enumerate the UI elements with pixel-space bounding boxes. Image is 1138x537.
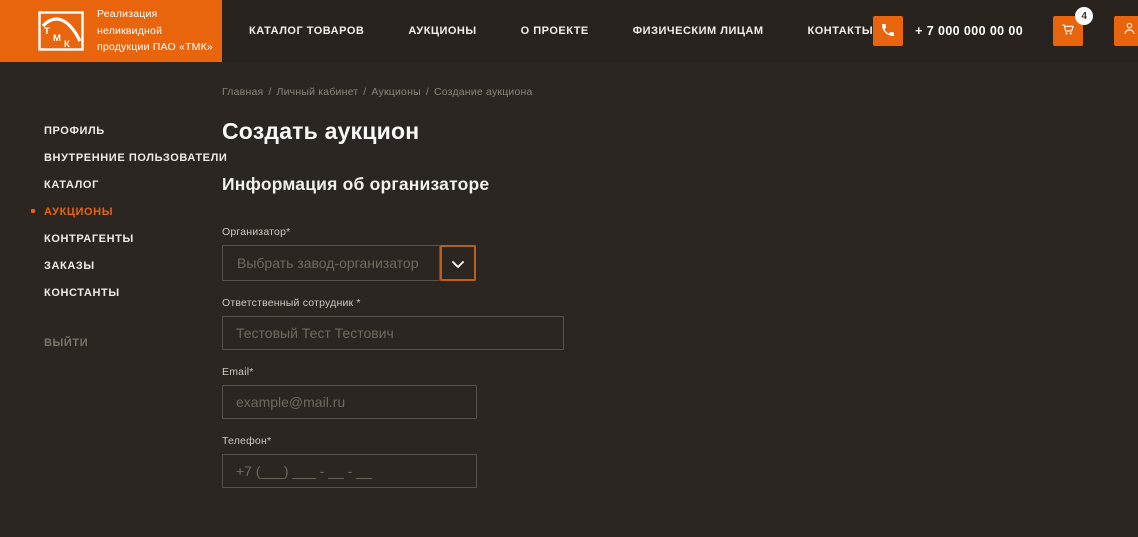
nav-item-auctions[interactable]: АУКЦИОНЫ: [408, 25, 476, 37]
cart-count-badge: 4: [1075, 7, 1093, 25]
email-field: Email*: [222, 366, 1138, 419]
employee-label: Ответственный сотрудник *: [222, 297, 1138, 309]
breadcrumb: Главная / Личный кабинет / Аукционы / Создание…: [222, 86, 1138, 98]
sidebar: ПРОФИЛЬ ВНУТРЕННИЕ ПОЛЬЗОВАТЕЛИ КАТАЛОГ …: [0, 62, 222, 537]
top-header: Т М К Реализация неликвидной продукции П…: [0, 0, 1138, 62]
organizer-label: Организатор*: [222, 226, 1138, 238]
sidebar-item-internal-users[interactable]: ВНУТРЕННИЕ ПОЛЬЗОВАТЕЛИ: [44, 152, 222, 164]
active-item-bullet-icon: [31, 209, 35, 213]
organizer-section-heading: Информация об организаторе: [222, 174, 1138, 195]
organizer-select-row: Выбрать завод-организатор: [222, 245, 1138, 281]
main-nav: КАТАЛОГ ТОВАРОВ АУКЦИОНЫ О ПРОЕКТЕ ФИЗИЧ…: [249, 0, 873, 62]
main-content: Главная / Личный кабинет / Аукционы / Создание…: [222, 62, 1138, 537]
sidebar-item-orders[interactable]: ЗАКАЗЫ: [44, 260, 222, 272]
breadcrumb-separator: /: [268, 86, 271, 98]
svg-text:Т: Т: [44, 26, 50, 37]
logo-tagline: Реализация неликвидной продукции ПАО «ТМ…: [97, 6, 222, 56]
page-title: Создать аукцион: [222, 118, 1138, 145]
header-controls: + 7 000 000 00 00 4: [873, 0, 1138, 62]
email-input[interactable]: [222, 385, 477, 419]
user-icon: [1121, 20, 1138, 42]
organizer-form: Организатор* Выбрать завод-организатор О…: [222, 226, 1138, 488]
sidebar-item-catalog[interactable]: КАТАЛОГ: [44, 179, 222, 191]
body: ПРОФИЛЬ ВНУТРЕННИЕ ПОЛЬЗОВАТЕЛИ КАТАЛОГ …: [0, 62, 1138, 537]
employee-field: Ответственный сотрудник *: [222, 297, 1138, 350]
sidebar-item-auctions-label: АУКЦИОНЫ: [44, 206, 113, 218]
nav-item-about[interactable]: О ПРОЕКТЕ: [521, 25, 589, 37]
logo[interactable]: Т М К Реализация неликвидной продукции П…: [0, 0, 222, 62]
page: Т М К Реализация неликвидной продукции П…: [0, 0, 1138, 537]
user-icon-button[interactable]: [1114, 16, 1138, 46]
logo-tagline-line2: продукции ПАО «ТМК»: [97, 41, 213, 53]
sidebar-item-counterparties[interactable]: КОНТРАГЕНТЫ: [44, 233, 222, 245]
breadcrumb-separator: /: [426, 86, 429, 98]
breadcrumb-account[interactable]: Личный кабинет: [277, 86, 359, 98]
phone-number: + 7 000 000 00 00: [915, 24, 1023, 38]
phone-icon: [880, 22, 896, 41]
svg-text:М: М: [53, 33, 61, 44]
nav-item-catalog[interactable]: КАТАЛОГ ТОВАРОВ: [249, 25, 364, 37]
logo-tagline-line1: Реализация неликвидной: [97, 8, 162, 37]
organizer-select-open-button[interactable]: [440, 245, 476, 281]
breadcrumb-separator: /: [363, 86, 366, 98]
logout-link[interactable]: ВЫЙТИ: [44, 337, 222, 349]
phone-label: Телефон*: [222, 435, 1138, 447]
breadcrumb-current: Создание аукциона: [434, 86, 533, 98]
phone-input[interactable]: [222, 454, 477, 488]
sidebar-item-auctions[interactable]: АУКЦИОНЫ: [44, 206, 222, 218]
sidebar-item-constants[interactable]: КОНСТАНТЫ: [44, 287, 222, 299]
account-button[interactable]: ЛИЧНЫЙ КАБИНЕТ: [1114, 16, 1138, 46]
nav-item-contacts[interactable]: КОНТАКТЫ: [808, 25, 874, 37]
phone-button[interactable]: [873, 16, 903, 46]
chevron-down-icon: [452, 256, 464, 271]
cart: 4: [1053, 16, 1083, 46]
organizer-field: Организатор* Выбрать завод-организатор: [222, 226, 1138, 281]
employee-input[interactable]: [222, 316, 564, 350]
tmk-logo-icon: Т М К: [38, 11, 84, 51]
email-label: Email*: [222, 366, 1138, 378]
breadcrumb-home[interactable]: Главная: [222, 86, 263, 98]
breadcrumb-auctions[interactable]: Аукционы: [371, 86, 420, 98]
sidebar-item-profile[interactable]: ПРОФИЛЬ: [44, 125, 222, 137]
nav-item-individuals[interactable]: ФИЗИЧЕСКИМ ЛИЦАМ: [633, 25, 764, 37]
organizer-select[interactable]: Выбрать завод-организатор: [222, 245, 440, 281]
phone-field: Телефон*: [222, 435, 1138, 488]
svg-text:К: К: [64, 39, 70, 50]
cart-icon: [1060, 21, 1077, 41]
